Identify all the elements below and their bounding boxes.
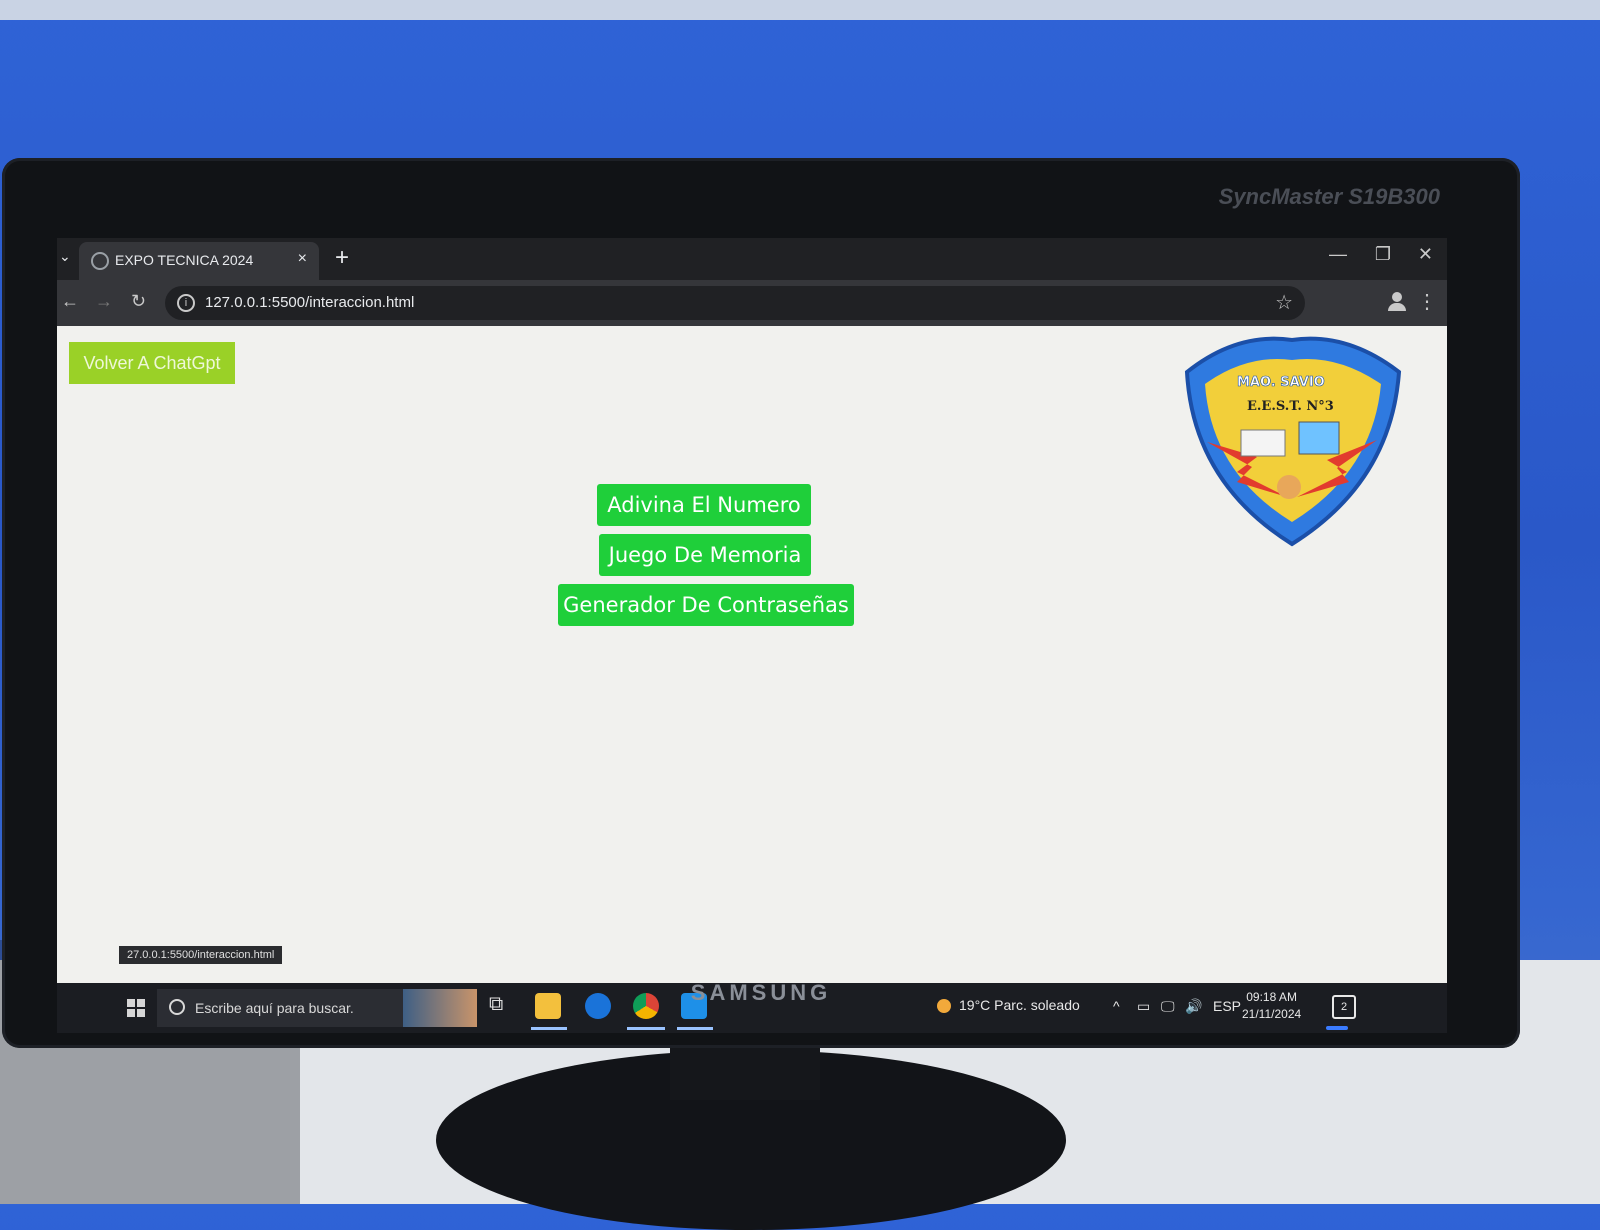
monitor-model-label: SyncMaster S19B300: [1218, 184, 1440, 209]
guess-number-button[interactable]: Adivina El Numero: [597, 484, 811, 526]
profile-body: [1388, 303, 1406, 311]
bookmark-star-icon[interactable]: ☆: [1275, 290, 1293, 315]
web-page: Volver A ChatGpt Adivina El Numero Juego…: [57, 326, 1447, 986]
school-logo: MAO. SAVIO E.E.S.T. N°3: [1184, 336, 1402, 547]
browser-tab[interactable]: EXPO TECNICA 2024 ×: [79, 242, 319, 280]
new-tab-button[interactable]: +: [335, 244, 349, 272]
link-status-url: 27.0.0.1:5500/interaccion.html: [119, 946, 283, 964]
wall: [0, 0, 1600, 20]
clock-date: 21/11/2024: [1242, 1007, 1302, 1021]
minimize-icon[interactable]: —: [1329, 244, 1347, 265]
monitor-stand-neck: [670, 1040, 820, 1100]
restore-icon[interactable]: ❐: [1375, 244, 1391, 265]
tab-title: EXPO TECNICA 2024: [115, 252, 254, 268]
profile-head: [1392, 292, 1402, 302]
menu-kebab-icon[interactable]: ⋮: [1417, 289, 1437, 314]
logo-text-line1: MAO. SAVIO: [1237, 375, 1325, 390]
browser-toolbar: ← → ↻ i 127.0.0.1:5500/interaccion.html …: [57, 280, 1447, 326]
memory-game-button[interactable]: Juego De Memoria: [599, 534, 811, 576]
site-info-icon[interactable]: i: [177, 294, 195, 312]
screen: ⌄ EXPO TECNICA 2024 × + — ❐ ✕ ← → ↻ i 12…: [57, 238, 1447, 1033]
monitor-brand-logo: SAMSUNG: [690, 980, 832, 1005]
globe-icon: [91, 252, 109, 270]
back-arrow-icon[interactable]: ←: [61, 291, 79, 312]
power-led: [1326, 1026, 1348, 1030]
profile-icon[interactable]: [1387, 292, 1407, 312]
password-generator-button[interactable]: Generador De Contraseñas: [558, 584, 854, 626]
address-url: 127.0.0.1:5500/interaccion.html: [205, 294, 415, 311]
back-to-chatgpt-button[interactable]: Volver A ChatGpt: [69, 342, 235, 384]
reload-icon[interactable]: ↻: [131, 291, 146, 312]
tab-search-chevron-icon[interactable]: ⌄: [59, 248, 71, 265]
tab-close-icon[interactable]: ×: [298, 250, 307, 268]
forward-arrow-icon[interactable]: →: [95, 291, 113, 312]
browser-tab-bar: ⌄ EXPO TECNICA 2024 × + — ❐ ✕: [57, 238, 1447, 280]
close-window-icon[interactable]: ✕: [1418, 244, 1433, 265]
logo-text-line2: E.E.S.T. N°3: [1247, 399, 1334, 414]
monitor: SyncMaster S19B300 ⌄ EXPO TECNICA 2024 ×…: [2, 158, 1520, 1048]
address-bar[interactable]: i 127.0.0.1:5500/interaccion.html ☆: [165, 286, 1305, 320]
